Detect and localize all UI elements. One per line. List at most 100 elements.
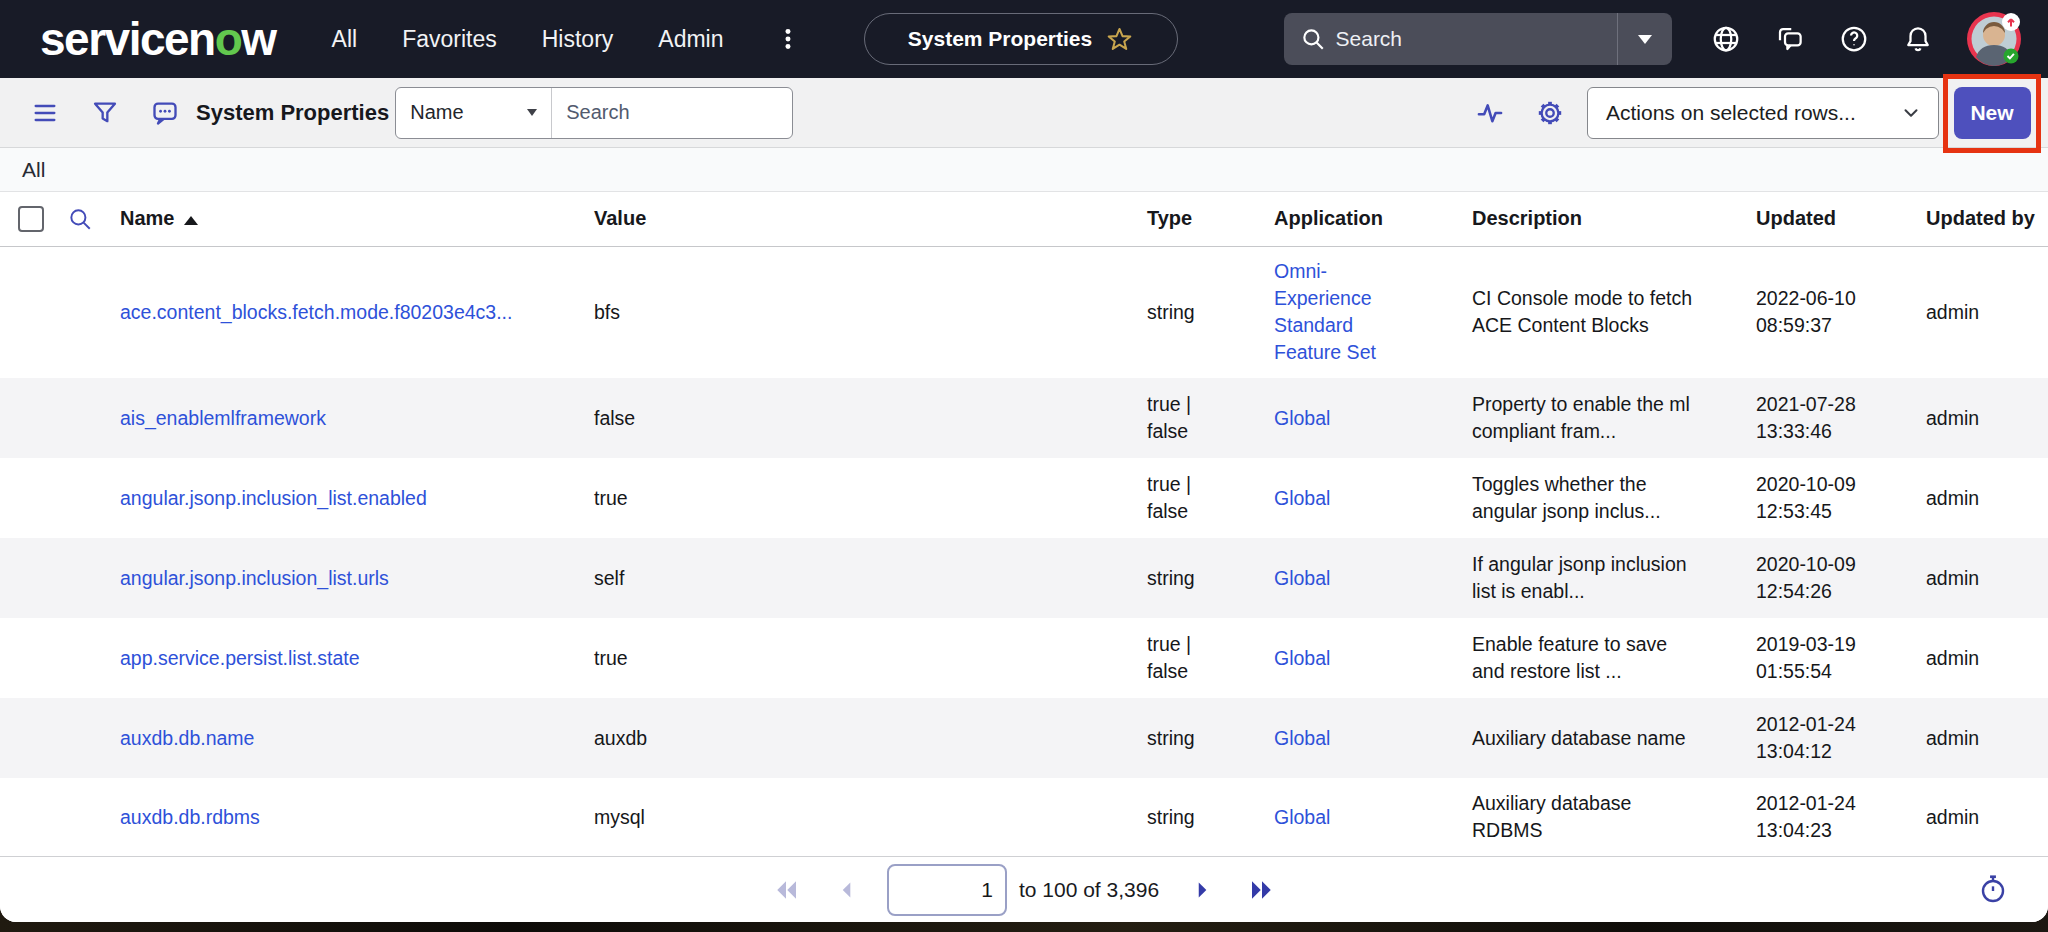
table-row[interactable]: app.service.persist.list.state true true…: [0, 618, 2048, 698]
application-link[interactable]: Global: [1274, 727, 1330, 749]
application-link[interactable]: Global: [1274, 407, 1330, 429]
pill-label: System Properties: [908, 27, 1092, 51]
column-header-value[interactable]: Value: [594, 192, 1147, 246]
cell-updated: 2012-01-24 13:04:23: [1756, 778, 1926, 856]
nav-favorites[interactable]: Favorites: [402, 26, 497, 53]
property-name-link[interactable]: ace.content_blocks.fetch.mode.f80203e4c3…: [120, 301, 512, 323]
table-row[interactable]: ais_enablemlframework false true | false…: [0, 378, 2048, 458]
comment-icon: [151, 99, 179, 127]
cell-type: true | false: [1147, 618, 1274, 698]
chevron-down-icon: [1900, 102, 1922, 124]
stopwatch-icon: [1977, 873, 2009, 905]
application-link[interactable]: Global: [1274, 806, 1330, 828]
help-button[interactable]: [1839, 24, 1869, 54]
search-field-select[interactable]: Name: [396, 88, 552, 138]
personalize-button[interactable]: [1475, 98, 1505, 128]
column-header-updated-by[interactable]: Updated by: [1926, 192, 2048, 246]
cell-updated-by: admin: [1926, 618, 2048, 698]
column-header-application[interactable]: Application: [1274, 192, 1472, 246]
table-row[interactable]: angular.jsonp.inclusion_list.urls self s…: [0, 538, 2048, 618]
table-row[interactable]: ace.content_blocks.fetch.mode.f80203e4c3…: [0, 246, 2048, 378]
application-link[interactable]: Omni- Experience Standard Feature Set: [1274, 260, 1376, 363]
cell-description: Auxiliary database name: [1472, 698, 1756, 778]
cell-updated-by: admin: [1926, 698, 2048, 778]
last-page-button[interactable]: [1245, 873, 1279, 907]
help-icon: [1839, 24, 1869, 54]
filter-button[interactable]: [90, 98, 120, 128]
property-name-link[interactable]: ais_enablemlframework: [120, 407, 326, 429]
servicenow-logo[interactable]: servicenow: [40, 12, 276, 66]
search-icon: [1300, 26, 1326, 52]
avatar[interactable]: [1966, 11, 2022, 67]
cell-updated: 2020-10-09 12:54:26: [1756, 538, 1926, 618]
globe-button[interactable]: [1711, 24, 1741, 54]
property-name-link[interactable]: auxdb.db.rdbms: [120, 806, 260, 828]
primary-nav: All Favorites History Admin: [332, 26, 724, 53]
last-page-icon: [1247, 875, 1277, 905]
prev-page-button[interactable]: [829, 873, 863, 907]
comments-button[interactable]: [150, 98, 180, 128]
nav-all[interactable]: All: [332, 26, 358, 53]
list-menu-button[interactable]: [30, 98, 60, 128]
actions-dropdown[interactable]: Actions on selected rows...: [1587, 87, 1939, 139]
column-header-description[interactable]: Description: [1472, 192, 1756, 246]
global-search[interactable]: [1284, 13, 1672, 65]
property-name-link[interactable]: angular.jsonp.inclusion_list.enabled: [120, 487, 427, 509]
property-name-link[interactable]: auxdb.db.name: [120, 727, 254, 749]
cell-type: true | false: [1147, 378, 1274, 458]
column-search-button[interactable]: [66, 205, 94, 233]
property-name-link[interactable]: app.service.persist.list.state: [120, 647, 360, 669]
list-toolbar: System Properties Name Actions on select…: [0, 78, 2048, 148]
pager-range-label: to 100 of 3,396: [1019, 878, 1159, 902]
column-header-label: Updated by: [1926, 207, 2035, 229]
column-header-updated[interactable]: Updated: [1756, 192, 1926, 246]
cell-description: Enable feature to save and restore list …: [1472, 618, 1756, 698]
settings-button[interactable]: [1535, 98, 1565, 128]
chat-icon: [1775, 24, 1805, 54]
cell-updated-by: admin: [1926, 458, 2048, 538]
nav-admin[interactable]: Admin: [658, 26, 723, 53]
kebab-icon: [775, 26, 801, 52]
more-menu-button[interactable]: [774, 22, 802, 56]
cell-description: Property to enable the ml compliant fram…: [1472, 378, 1756, 458]
property-name-link[interactable]: angular.jsonp.inclusion_list.urls: [120, 567, 389, 589]
pagination: to 100 of 3,396: [769, 864, 1279, 916]
application-link[interactable]: Global: [1274, 647, 1330, 669]
column-header-name[interactable]: Name: [120, 192, 594, 246]
cell-description: Auxiliary database RDBMS: [1472, 778, 1756, 856]
list-search-input[interactable]: [552, 88, 792, 138]
cell-updated-by: admin: [1926, 778, 2048, 856]
cell-description: If angular jsonp inclusion list is enabl…: [1472, 538, 1756, 618]
global-search-input[interactable]: [1336, 27, 1617, 51]
page-input[interactable]: [887, 864, 1007, 916]
next-page-button[interactable]: [1185, 873, 1219, 907]
table-row[interactable]: angular.jsonp.inclusion_list.enabled tru…: [0, 458, 2048, 538]
breadcrumb[interactable]: All: [22, 158, 45, 182]
favorite-pill[interactable]: System Properties: [864, 13, 1178, 65]
new-button[interactable]: New: [1954, 87, 2031, 139]
application-link[interactable]: Global: [1274, 567, 1330, 589]
globe-icon: [1711, 24, 1741, 54]
response-time-button[interactable]: [1976, 873, 2010, 907]
column-header-type[interactable]: Type: [1147, 192, 1274, 246]
caret-down-icon: [527, 109, 537, 116]
cell-updated: 2020-10-09 12:53:45: [1756, 458, 1926, 538]
cell-type: string: [1147, 538, 1274, 618]
chat-button[interactable]: [1775, 24, 1805, 54]
list-search-combo: Name: [395, 87, 793, 139]
list-table-area: Name Value Type Application Description …: [0, 192, 2048, 856]
search-scope-dropdown[interactable]: [1618, 13, 1672, 65]
first-page-button[interactable]: [769, 873, 803, 907]
cell-updated: 2012-01-24 13:04:12: [1756, 698, 1926, 778]
table-row[interactable]: auxdb.db.rdbms mysql string Global Auxil…: [0, 778, 2048, 856]
star-icon[interactable]: [1106, 26, 1133, 53]
nav-history[interactable]: History: [542, 26, 614, 53]
column-header-label: Name: [120, 207, 174, 229]
notifications-button[interactable]: [1903, 24, 1933, 54]
table-row[interactable]: auxdb.db.name auxdb string Global Auxili…: [0, 698, 2048, 778]
cell-updated-by: admin: [1926, 246, 2048, 378]
cell-updated-by: admin: [1926, 538, 2048, 618]
column-header-label: Updated: [1756, 207, 1836, 229]
select-all-checkbox[interactable]: [18, 206, 44, 232]
application-link[interactable]: Global: [1274, 487, 1330, 509]
